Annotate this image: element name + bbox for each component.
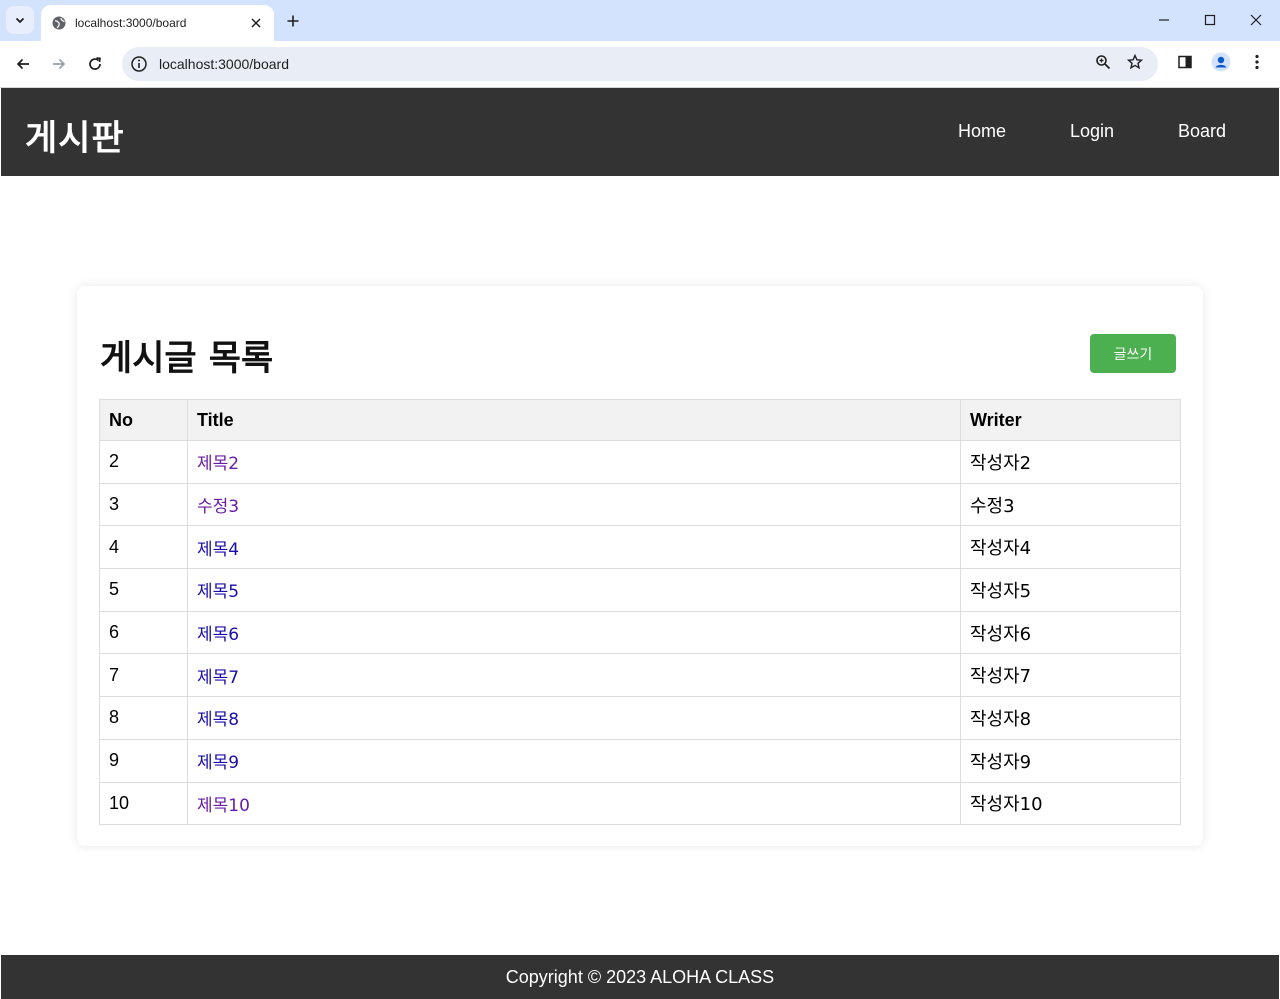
minimize-icon — [1159, 19, 1169, 21]
address-bar[interactable]: localhost:3000/board — [122, 47, 1158, 81]
table-row: 8 제목8 작성자8 — [99, 696, 1181, 740]
site-header: 게시판 Home Login Board — [1, 88, 1279, 176]
board-card: 게시글 목록 글쓰기 No Title Writer 2 제목2 작성자2 3 수정3 수… — [77, 286, 1203, 846]
reload-button[interactable] — [82, 51, 108, 77]
profile-icon[interactable] — [1208, 49, 1234, 75]
column-header-no: No — [99, 399, 188, 441]
post-title-link[interactable]: 제목9 — [197, 753, 239, 773]
post-writer: 작성자6 — [960, 610, 1181, 655]
write-button[interactable]: 글쓰기 — [1090, 334, 1176, 373]
table-row: 7 제목7 작성자7 — [99, 653, 1181, 698]
post-number: 7 — [99, 653, 188, 698]
post-title-cell: 제목5 — [187, 568, 961, 612]
table-row: 6 제목6 작성자6 — [99, 610, 1181, 655]
post-writer: 수정3 — [960, 482, 1181, 527]
board-table: No Title Writer 2 제목2 작성자2 3 수정3 수정3 4 제목4 작성자4 5… — [99, 399, 1181, 826]
post-title-cell: 제목6 — [187, 610, 961, 655]
table-row: 3 수정3 수정3 — [99, 482, 1181, 527]
post-number: 6 — [99, 610, 188, 655]
table-row: 10 제목10 작성자10 — [99, 781, 1181, 826]
info-icon[interactable] — [130, 55, 148, 73]
maximize-icon — [1204, 14, 1216, 26]
page-title: 게시글 목록 — [100, 339, 274, 379]
post-number: 4 — [99, 525, 188, 570]
post-writer: 작성자4 — [960, 525, 1181, 570]
post-number: 10 — [99, 781, 188, 826]
back-icon — [16, 58, 29, 70]
column-header-title: Title — [187, 399, 961, 441]
star-icon[interactable] — [1122, 49, 1148, 75]
post-writer: 작성자2 — [960, 440, 1181, 484]
post-writer: 작성자9 — [960, 738, 1181, 783]
tab-title: localhost:3000/board — [75, 16, 187, 30]
post-title-cell: 수정3 — [187, 482, 961, 527]
chevron-down-icon — [15, 17, 25, 24]
post-number: 5 — [99, 568, 188, 612]
menu-icon[interactable] — [1244, 49, 1270, 75]
forward-icon — [53, 58, 66, 70]
post-number: 8 — [99, 696, 188, 740]
post-title-link[interactable]: 제목10 — [197, 796, 250, 816]
post-writer: 작성자10 — [960, 781, 1181, 826]
post-title-cell: 제목10 — [187, 781, 961, 826]
close-window-button[interactable] — [1233, 0, 1279, 40]
post-number: 9 — [99, 738, 188, 783]
post-writer: 작성자8 — [960, 696, 1181, 740]
post-title-cell: 제목7 — [187, 653, 961, 698]
table-header-row: No Title Writer — [99, 399, 1181, 441]
nav-board-link[interactable]: Board — [1178, 121, 1226, 142]
browser-toolbar: localhost:3000/board — [0, 41, 1280, 88]
nav-login-link[interactable]: Login — [1070, 121, 1114, 142]
post-title-link[interactable]: 제목2 — [197, 454, 239, 474]
post-title-link[interactable]: 제목7 — [197, 668, 239, 688]
post-title-cell: 제목9 — [187, 738, 961, 783]
globe-icon — [51, 15, 67, 31]
url-text[interactable]: localhost:3000/board — [159, 56, 1158, 72]
forward-button[interactable] — [46, 51, 72, 77]
post-title-link[interactable]: 제목4 — [197, 540, 239, 560]
minimize-button[interactable] — [1141, 0, 1187, 40]
site-logo[interactable]: 게시판 — [25, 110, 125, 161]
board-table-body: 2 제목2 작성자2 3 수정3 수정3 4 제목4 작성자4 5 제목5 작성자5 6 제목6 작성자6 7… — [99, 440, 1181, 826]
new-tab-button[interactable] — [280, 8, 306, 34]
plus-icon — [287, 15, 299, 27]
tab-search-button[interactable] — [6, 6, 34, 34]
close-window-icon — [1250, 14, 1262, 26]
side-panel-icon[interactable] — [1172, 49, 1198, 75]
post-number: 2 — [99, 440, 188, 484]
post-title-cell: 제목2 — [187, 440, 961, 484]
post-title-cell: 제목4 — [187, 525, 961, 570]
post-title-link[interactable]: 제목6 — [197, 625, 239, 645]
copyright-text: Copyright © 2023 ALOHA CLASS — [505, 966, 775, 987]
post-title-cell: 제목8 — [187, 696, 961, 740]
post-title-link[interactable]: 수정3 — [197, 497, 239, 517]
post-title-link[interactable]: 제목5 — [197, 582, 239, 602]
site-footer: Copyright © 2023 ALOHA CLASS — [1, 955, 1279, 999]
table-row: 5 제목5 작성자5 — [99, 568, 1181, 612]
post-title-link[interactable]: 제목8 — [197, 710, 239, 730]
reload-icon — [89, 57, 101, 70]
table-row: 2 제목2 작성자2 — [99, 440, 1181, 484]
nav-home-link[interactable]: Home — [958, 121, 1006, 142]
table-row: 4 제목4 작성자4 — [99, 525, 1181, 570]
table-row: 9 제목9 작성자9 — [99, 738, 1181, 783]
post-writer: 작성자7 — [960, 653, 1181, 698]
post-number: 3 — [99, 482, 188, 527]
browser-tab[interactable]: localhost:3000/board — [41, 5, 274, 41]
browser-tabstrip: localhost:3000/board — [0, 0, 1280, 41]
zoom-icon[interactable] — [1090, 49, 1116, 75]
maximize-button[interactable] — [1187, 0, 1233, 40]
post-writer: 작성자5 — [960, 568, 1181, 612]
back-button[interactable] — [10, 51, 36, 77]
close-icon[interactable] — [248, 15, 264, 31]
column-header-writer: Writer — [960, 399, 1181, 441]
